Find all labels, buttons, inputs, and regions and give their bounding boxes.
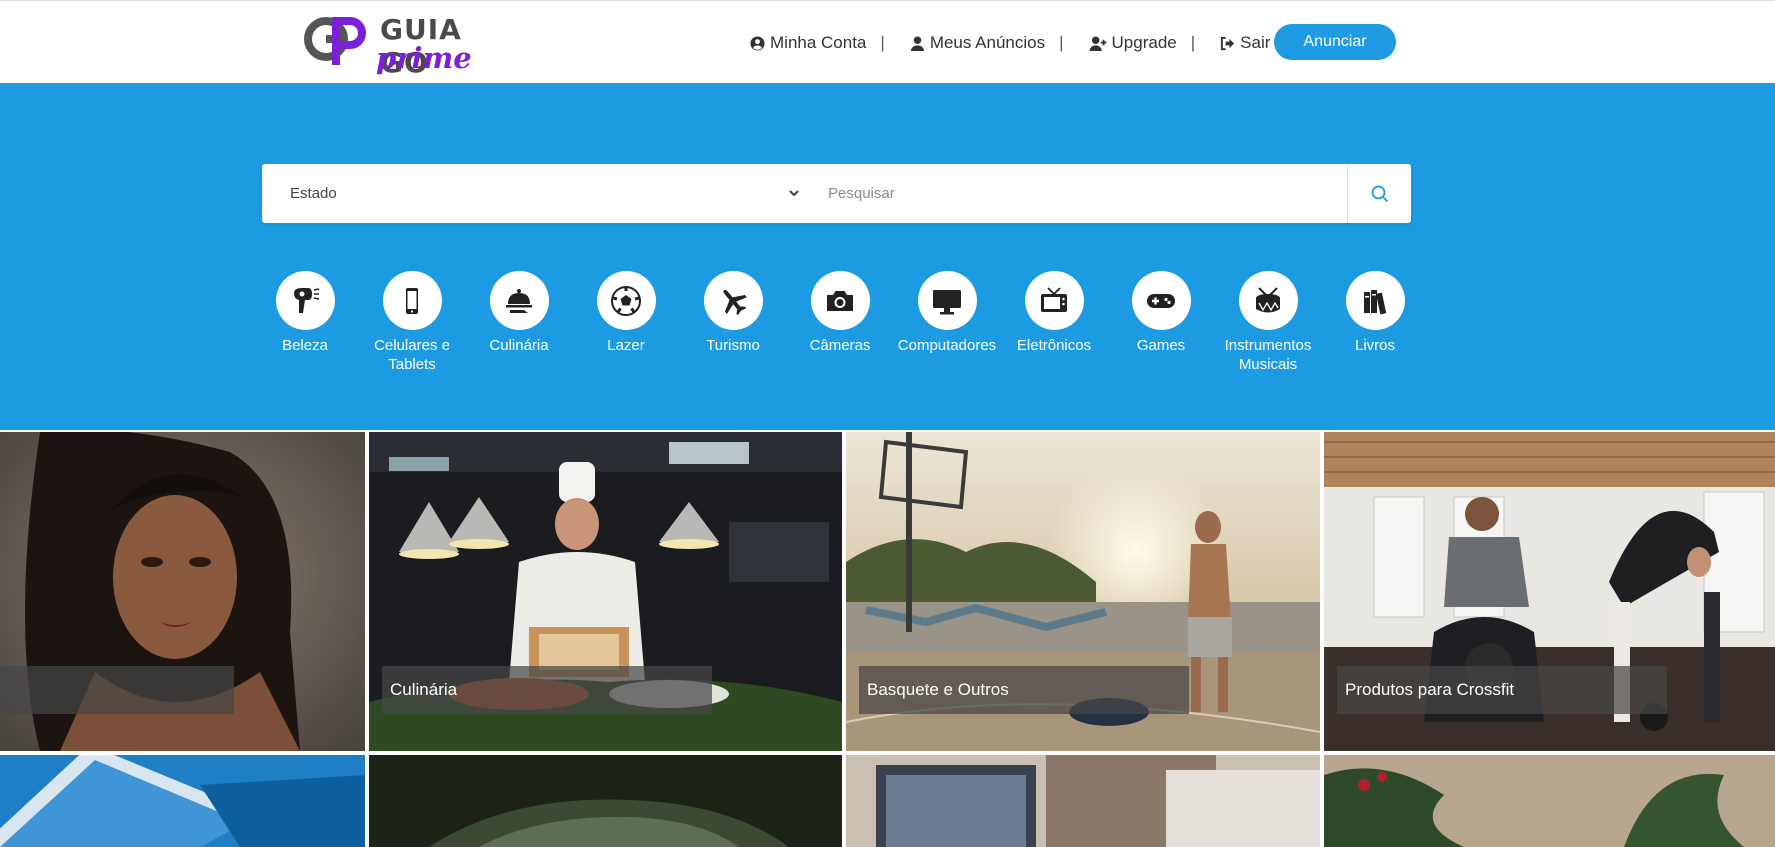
tile-carros[interactable]: [369, 755, 842, 847]
category-icon-circle: [1238, 271, 1298, 330]
category-icon-circle: [382, 271, 442, 330]
tile-crossfit[interactable]: Produtos para Crossfit: [1324, 432, 1775, 751]
category-instrumentos-musicais[interactable]: Instrumentos Musicais: [1208, 271, 1328, 374]
site-header: GUIA GO prime Minha Conta | Meus Anúncio…: [0, 1, 1775, 83]
estado-select[interactable]: Estado: [290, 164, 790, 223]
site-logo[interactable]: GUIA GO prime: [300, 9, 510, 79]
tile-beleza[interactable]: [0, 432, 365, 751]
books-icon: [1364, 289, 1387, 314]
gamepad-icon: [1147, 293, 1175, 308]
category-label: Eletrônicos: [1016, 337, 1092, 354]
category-icon-circle: [489, 271, 549, 330]
nav-meus-anuncios[interactable]: Meus Anúncios: [910, 33, 1045, 53]
category-label: Câmeras: [809, 337, 871, 354]
user-circle-icon: [750, 35, 765, 51]
camera-icon: [827, 290, 853, 311]
tile-jardim[interactable]: [1324, 755, 1775, 847]
search-button[interactable]: [1347, 164, 1411, 223]
drum-icon: [1256, 286, 1280, 312]
category-eletronicos[interactable]: Eletrônicos: [994, 271, 1114, 355]
nav-meus-anuncios-label: Meus Anúncios: [929, 33, 1046, 52]
category-label: Livros: [1354, 337, 1395, 354]
category-label: Culinária: [489, 337, 549, 354]
category-label: Celulares e Tablets: [374, 337, 450, 373]
category-icon-circle: [1345, 271, 1405, 330]
cloche-icon: [506, 288, 532, 313]
tile-image-plants: [1324, 755, 1775, 847]
tile-culinaria[interactable]: Culinária: [369, 432, 842, 751]
tile-image-car: [369, 755, 842, 847]
logo-monogram-icon: [304, 17, 366, 65]
user-icon: [910, 35, 924, 51]
category-celulares-tablets[interactable]: Celulares e Tablets: [352, 271, 472, 374]
category-icon-circle: [596, 271, 656, 330]
user-plus-icon: [1089, 35, 1106, 51]
tile-caption: Culinária: [382, 666, 712, 714]
logo-sub: prime: [376, 41, 472, 75]
category-computadores[interactable]: Computadores: [887, 271, 1007, 355]
nav-separator: |: [1190, 33, 1196, 52]
nav-sair-label: Sair: [1240, 33, 1271, 52]
nav-sair[interactable]: Sair: [1220, 33, 1270, 53]
category-culinaria[interactable]: Culinária: [459, 271, 579, 355]
category-icon-circle: [810, 271, 870, 330]
chevron-down-icon: [789, 190, 799, 197]
tile-escritorio[interactable]: [846, 755, 1320, 847]
search-bar: Estado: [262, 164, 1411, 223]
hero-section: Estado Beleza: [0, 83, 1775, 430]
tile-basquete[interactable]: Basquete e Outros: [846, 432, 1320, 751]
nav-upgrade[interactable]: Upgrade: [1089, 33, 1177, 53]
tile-image-office: [846, 755, 1320, 847]
nav-minha-conta[interactable]: Minha Conta: [750, 33, 866, 53]
nav-upgrade-label: Upgrade: [1111, 33, 1177, 52]
anunciar-button[interactable]: Anunciar: [1274, 24, 1396, 60]
search-input[interactable]: [828, 164, 1328, 223]
tv-icon: [1041, 286, 1067, 312]
nav-minha-conta-label: Minha Conta: [770, 33, 867, 52]
category-label: Turismo: [706, 337, 760, 354]
category-livros[interactable]: Livros: [1315, 271, 1435, 355]
plane-icon: [723, 289, 747, 315]
category-label: Lazer: [607, 337, 645, 354]
tile-image-phone: [0, 755, 365, 847]
tile-caption: [0, 666, 234, 714]
category-turismo[interactable]: Turismo: [673, 271, 793, 355]
category-lazer[interactable]: Lazer: [566, 271, 686, 355]
search-icon: [1371, 185, 1388, 202]
sign-out-icon: [1221, 36, 1235, 50]
nav-separator: |: [880, 33, 885, 52]
category-games[interactable]: Games: [1101, 271, 1221, 355]
category-icon-circle: [703, 271, 763, 330]
nav-separator: |: [1059, 33, 1064, 52]
soccer-ball-icon: [611, 285, 641, 316]
top-nav: Minha Conta | Meus Anúncios | Upgrade |: [750, 23, 1314, 63]
monitor-icon: [933, 289, 961, 314]
category-label: Instrumentos Musicais: [1224, 337, 1312, 373]
category-icon-circle: [917, 271, 977, 330]
mobile-phone-icon: [406, 287, 418, 314]
tile-celulares[interactable]: [0, 755, 365, 847]
category-beleza[interactable]: Beleza: [245, 271, 365, 355]
tile-caption: Produtos para Crossfit: [1337, 666, 1667, 714]
category-label: Games: [1136, 337, 1186, 354]
tile-caption: Basquete e Outros: [859, 666, 1189, 714]
category-icon-circle: [1131, 271, 1191, 330]
hair-dryer-icon: [294, 287, 320, 313]
category-icon-circle: [275, 271, 335, 330]
category-cameras[interactable]: Câmeras: [780, 271, 900, 355]
estado-select-value: Estado: [290, 185, 337, 202]
category-label: Computadores: [897, 337, 997, 354]
category-label: Beleza: [282, 337, 328, 354]
category-bar: Beleza Celulares e Tablets Culinária Laz…: [0, 271, 1775, 391]
category-icon-circle: [1024, 271, 1084, 330]
